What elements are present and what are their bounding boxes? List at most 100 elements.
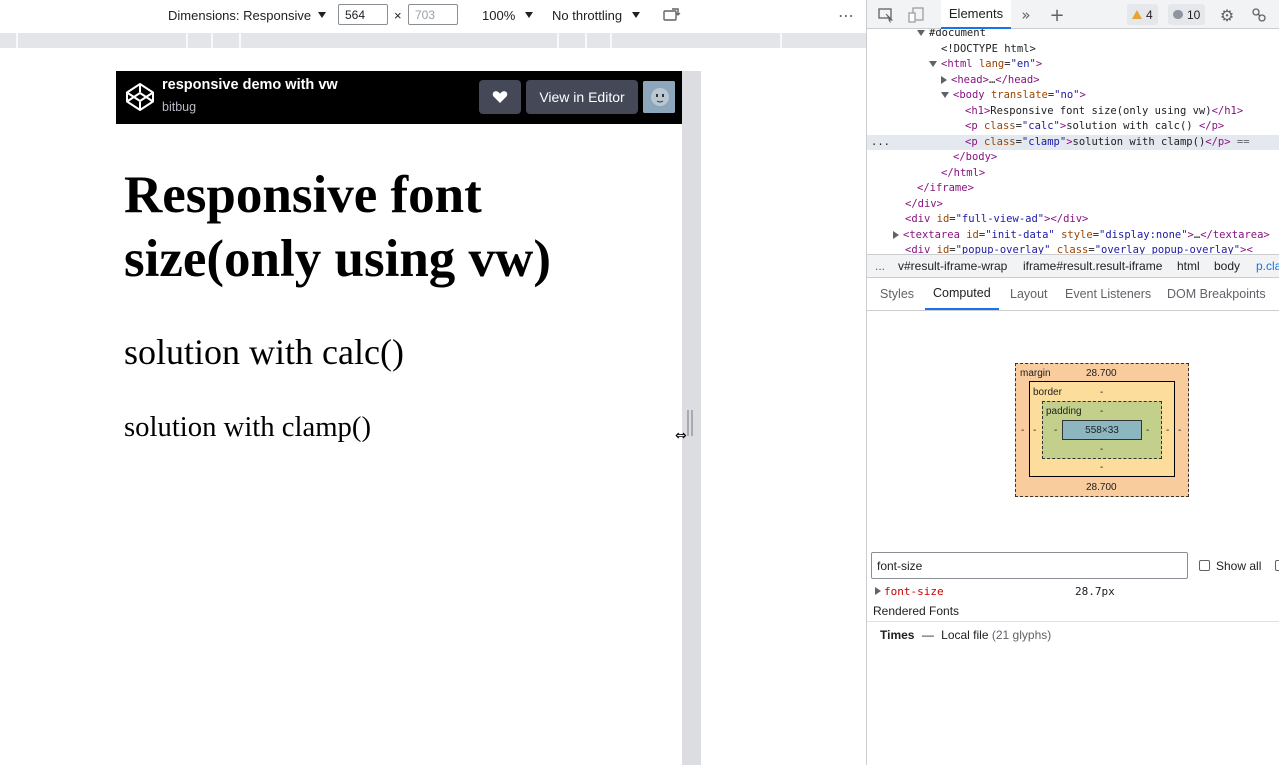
dom-node-row[interactable]: <p class="calc">solution with calc() </p…: [867, 119, 1279, 134]
padding-bottom-value: -: [1100, 444, 1104, 455]
times-sign: ×: [394, 7, 402, 23]
breadcrumb-item[interactable]: v#result-iframe-wrap: [898, 259, 1007, 273]
expand-arrow-icon[interactable]: [875, 587, 881, 595]
tab-dom-breakpoints[interactable]: DOM Breakpoints: [1167, 278, 1266, 310]
app-root: Dimensions: Responsive 564 × 703 100% No…: [0, 0, 1279, 765]
heart-button[interactable]: [479, 80, 521, 114]
dom-node-row[interactable]: <div id="full-view-ad"></div>: [867, 212, 1279, 227]
collapse-arrow-icon[interactable]: [941, 92, 949, 98]
rendered-fonts-heading: Rendered Fonts: [867, 600, 1279, 622]
throttling-label: No throttling: [552, 7, 623, 23]
settings-gear-icon[interactable]: ⚙: [1218, 6, 1236, 25]
codepen-header: responsive demo with vw bitbug View in E…: [116, 71, 682, 124]
dom-node-row[interactable]: </div>: [867, 197, 1279, 212]
dom-node-row[interactable]: #document: [867, 29, 1279, 41]
ruler-tick: [780, 33, 782, 48]
padding-top-value: -: [1100, 406, 1104, 417]
breadcrumb-item[interactable]: iframe#result.result-iframe: [1023, 259, 1162, 273]
dom-node-row[interactable]: </iframe>: [867, 181, 1279, 196]
resize-handle[interactable]: [687, 410, 693, 436]
view-in-editor-button[interactable]: View in Editor: [526, 80, 638, 114]
dom-node-row[interactable]: <textarea id="init-data" style="display:…: [867, 228, 1279, 243]
border-right-value: -: [1166, 425, 1170, 436]
messages-badge[interactable]: 10: [1168, 4, 1206, 25]
padding-left-value: -: [1054, 425, 1058, 436]
dom-node-row[interactable]: </html>: [867, 166, 1279, 181]
dom-tree[interactable]: #document <!DOCTYPE html> <html lang="en">…: [867, 29, 1279, 254]
border-top-value: -: [1100, 387, 1104, 398]
message-icon: [1173, 10, 1183, 19]
dom-node-row[interactable]: <body translate="no">: [867, 88, 1279, 103]
breadcrumb: ... v#result-iframe-wrap iframe#result.r…: [867, 254, 1279, 278]
inspect-element-icon[interactable]: [877, 6, 895, 24]
padding-label: padding: [1046, 406, 1082, 417]
avatar[interactable]: [643, 81, 675, 113]
codepen-logo-icon[interactable]: [124, 81, 156, 113]
expand-arrow-icon[interactable]: [941, 75, 947, 84]
pen-author[interactable]: bitbug: [162, 100, 196, 114]
warning-icon: [1132, 10, 1142, 19]
font-source: Local file: [941, 628, 989, 642]
group-checkbox[interactable]: [1275, 560, 1279, 571]
customize-devtools-icon[interactable]: [1250, 6, 1268, 24]
more-options-icon[interactable]: ⋯: [838, 0, 854, 30]
dimensions-dropdown[interactable]: Dimensions: Responsive: [168, 0, 327, 30]
border-left-value: -: [1033, 425, 1037, 436]
show-all-label: Show all: [1216, 559, 1262, 573]
ruler-tick: [585, 33, 587, 48]
tab-elements[interactable]: Elements: [941, 0, 1011, 29]
breadcrumb-item[interactable]: body: [1214, 259, 1240, 273]
tab-computed[interactable]: Computed: [925, 278, 999, 310]
font-glyphs: (21 glyphs): [991, 628, 1052, 642]
tab-styles[interactable]: Styles: [880, 278, 914, 310]
tab-layout[interactable]: Layout: [1010, 278, 1048, 310]
dom-node-row[interactable]: <!DOCTYPE html>: [867, 42, 1279, 57]
computed-property-row[interactable]: font-size 28.7px: [867, 583, 1279, 600]
padding-right-value: -: [1146, 425, 1150, 436]
width-input[interactable]: 564: [338, 4, 388, 25]
margin-label: margin: [1020, 368, 1051, 379]
add-tab-icon[interactable]: +: [1048, 5, 1066, 26]
collapse-arrow-icon[interactable]: [929, 61, 937, 67]
computed-filter-input[interactable]: font-size: [871, 552, 1188, 579]
dom-node-row[interactable]: <html lang="en">: [867, 57, 1279, 72]
tab-event-listeners[interactable]: Event Listeners: [1065, 278, 1151, 310]
property-value: 28.7px: [1075, 585, 1115, 598]
ruler-tick: [211, 33, 213, 48]
collapse-arrow-icon[interactable]: [917, 30, 925, 36]
pen-title[interactable]: responsive demo with vw: [162, 77, 338, 93]
rotate-icon[interactable]: [663, 0, 681, 30]
rendered-font-row: Times — Local file (21 glyphs): [880, 628, 1051, 642]
devtools-panel: Elements » + 4 10 ⚙ #document <!DOCTYPE h…: [866, 0, 1279, 765]
media-query-ruler[interactable]: [0, 33, 866, 48]
dom-node-row[interactable]: <div id="popup-overlay" class="overlay p…: [867, 243, 1279, 254]
throttling-dropdown[interactable]: No throttling: [552, 0, 641, 30]
sidebar-tabs: Styles Computed Layout Event Listeners D…: [867, 278, 1279, 311]
clamp-paragraph: solution with clamp(): [124, 411, 371, 443]
dom-node-row[interactable]: </body>: [867, 150, 1279, 165]
computed-filter-row: font-size Show all: [867, 550, 1279, 582]
resize-cursor-icon: ⇔: [675, 428, 687, 444]
zoom-dropdown[interactable]: 100%: [482, 0, 534, 30]
heart-icon: [492, 91, 508, 103]
breadcrumb-more[interactable]: ...: [875, 259, 885, 273]
dom-node-row[interactable]: <head>…</head>: [867, 73, 1279, 88]
breadcrumb-item[interactable]: html: [1177, 259, 1200, 273]
expand-arrow-icon[interactable]: [893, 230, 899, 239]
show-all-checkbox[interactable]: [1199, 560, 1210, 571]
height-input[interactable]: 703: [408, 4, 458, 25]
warnings-badge[interactable]: 4: [1127, 4, 1158, 25]
margin-bottom-value: 28.700: [1086, 482, 1117, 493]
chevron-down-icon: [318, 12, 327, 18]
messages-count: 10: [1187, 7, 1201, 22]
chevron-down-icon: [632, 12, 641, 18]
device-toggle-icon[interactable]: [908, 6, 926, 24]
more-tabs-icon[interactable]: »: [1017, 6, 1035, 24]
box-model-content[interactable]: 558×33: [1062, 420, 1142, 440]
dom-node-row[interactable]: <h1>Responsive font size(only using vw)<…: [867, 104, 1279, 119]
dom-node-row[interactable]: ... <p class="clamp">solution with clamp(…: [867, 134, 1279, 150]
device-toolbar: Dimensions: Responsive 564 × 703 100% No…: [0, 0, 866, 30]
node-actions-icon[interactable]: ...: [871, 135, 890, 150]
breadcrumb-item-selected[interactable]: p.cla: [1256, 259, 1279, 273]
border-bottom-value: -: [1100, 462, 1104, 473]
